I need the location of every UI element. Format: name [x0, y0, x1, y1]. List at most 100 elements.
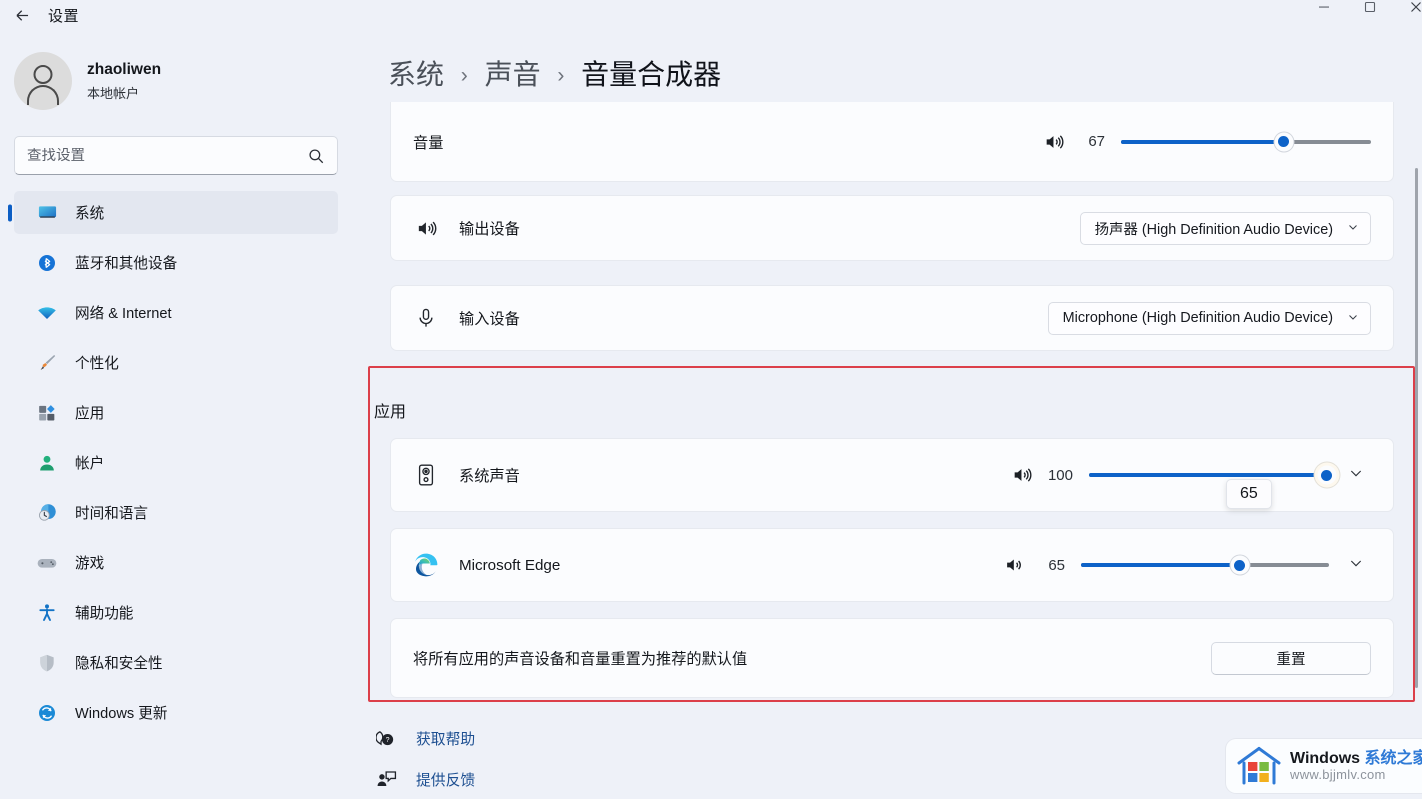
- apps-icon: [36, 402, 58, 424]
- sidebar-item-label: 时间和语言: [75, 506, 148, 522]
- user-profile[interactable]: zhaoliwen 本地帐户: [0, 30, 352, 110]
- breadcrumb-separator: ›: [557, 64, 565, 87]
- get-help-link[interactable]: ? 获取帮助: [374, 728, 475, 749]
- breadcrumb-system[interactable]: 系统: [388, 59, 444, 90]
- sidebar-item-accounts[interactable]: 帐户: [14, 441, 338, 484]
- give-feedback-label: 提供反馈: [416, 773, 476, 789]
- app-name-system-sounds: 系统声音: [459, 468, 520, 485]
- sidebar-nav: 系统 蓝牙和其他设备 网络 & Internet 个性化 应用 帐户 时间和语言…: [0, 191, 352, 734]
- input-device-select[interactable]: Microphone (High Definition Audio Device…: [1047, 301, 1371, 335]
- sidebar-item-time-language[interactable]: 时间和语言: [14, 491, 338, 534]
- system-sounds-slider[interactable]: [1089, 465, 1337, 485]
- reset-card: 将所有应用的声音设备和音量重置为推荐的默认值 重置: [390, 618, 1394, 698]
- profile-name: zhaoliwen: [87, 61, 162, 79]
- scroll-area: 音量 67 输出设备 扬声器 (High Definition Audio De…: [352, 102, 1422, 799]
- master-volume-slider[interactable]: [1121, 132, 1371, 151]
- maximize-button[interactable]: [1330, 0, 1376, 30]
- breadcrumb-sound[interactable]: 声音: [485, 59, 541, 90]
- monitor-icon: [36, 202, 58, 224]
- breadcrumb: 系统 › 声音 › 音量合成器: [388, 53, 721, 93]
- bluetooth-icon: [36, 252, 58, 274]
- sidebar-item-gaming[interactable]: 游戏: [14, 541, 338, 584]
- shield-icon: [36, 652, 58, 674]
- gamepad-icon: [36, 552, 58, 574]
- user-avatar-icon-head: [33, 65, 53, 84]
- minimize-button[interactable]: [1284, 0, 1330, 30]
- watermark-line2: www.bjjmlv.com: [1290, 766, 1386, 782]
- user-avatar-icon-body: [27, 85, 59, 105]
- title-bar: 设置: [0, 0, 1422, 30]
- sidebar-item-privacy-security[interactable]: 隐私和安全性: [14, 641, 338, 684]
- window-title: 设置: [48, 7, 80, 25]
- wifi-icon: [36, 302, 58, 324]
- speaker-wave-icon: [1014, 468, 1032, 482]
- speaker-wave-icon: [413, 217, 439, 240]
- sidebar-item-personalization[interactable]: 个性化: [14, 341, 338, 384]
- edge-slider-group[interactable]: 65: [1002, 554, 1329, 576]
- speaker-wave-icon: [1007, 559, 1021, 571]
- watermark-text: Windows 系统之家 www.bjjmlv.com: [1290, 750, 1422, 782]
- close-button[interactable]: [1376, 0, 1422, 30]
- search-box[interactable]: [14, 136, 338, 175]
- system-sounds-slider-group[interactable]: 100: [1010, 464, 1337, 486]
- speaker-wave-icon: [1046, 134, 1064, 149]
- master-volume-label: 音量: [413, 134, 444, 152]
- input-device-label: 输入设备: [459, 311, 520, 328]
- output-device-label: 输出设备: [459, 221, 520, 238]
- system-speaker-icon: [413, 463, 439, 487]
- back-arrow-icon: [16, 9, 28, 21]
- minimize-icon: [1319, 6, 1329, 8]
- microphone-icon: [413, 307, 439, 329]
- output-device-row: 输出设备 扬声器 (High Definition Audio Device): [391, 196, 1393, 260]
- page-title: 音量合成器: [581, 59, 722, 90]
- clock-globe-icon: [36, 502, 58, 524]
- chevron-down-icon: [1350, 560, 1362, 567]
- sidebar-item-windows-update[interactable]: Windows 更新: [14, 691, 338, 734]
- sidebar-item-label: 隐私和安全性: [75, 656, 163, 672]
- slider-thumb[interactable]: [1274, 132, 1293, 151]
- feedback-icon: [374, 769, 398, 790]
- watermark: Windows 系统之家 www.bjjmlv.com: [1226, 739, 1422, 793]
- expand-edge-button[interactable]: [1341, 555, 1371, 575]
- close-icon: [1411, 2, 1421, 12]
- sidebar-item-network[interactable]: 网络 & Internet: [14, 291, 338, 334]
- avatar: [14, 52, 72, 110]
- slider-thumb[interactable]: [1230, 555, 1250, 575]
- vertical-scrollbar[interactable]: [1415, 108, 1418, 728]
- master-volume-card: 音量 67: [390, 102, 1394, 182]
- sidebar-item-accessibility[interactable]: 辅助功能: [14, 591, 338, 634]
- app-row-card-edge: Microsoft Edge 65: [390, 528, 1394, 602]
- search-icon[interactable]: [307, 147, 325, 165]
- search-input[interactable]: [27, 147, 307, 164]
- output-device-card: 输出设备 扬声器 (High Definition Audio Device): [390, 195, 1394, 261]
- scrollbar-thumb[interactable]: [1415, 168, 1418, 688]
- sidebar-item-apps[interactable]: 应用: [14, 391, 338, 434]
- windows-logo-icon: [1236, 746, 1282, 786]
- edge-volume-value: 65: [1048, 556, 1065, 574]
- sidebar-item-system[interactable]: 系统: [14, 191, 338, 234]
- sidebar-item-label: 游戏: [75, 556, 105, 572]
- edge-volume-slider[interactable]: [1081, 555, 1329, 575]
- output-device-value: 扬声器 (High Definition Audio Device): [1094, 221, 1333, 238]
- slider-thumb[interactable]: [1317, 465, 1337, 485]
- expand-system-sounds-button[interactable]: [1341, 465, 1371, 485]
- slider-tooltip: 65: [1226, 479, 1272, 509]
- reset-row: 将所有应用的声音设备和音量重置为推荐的默认值 重置: [391, 619, 1393, 697]
- master-volume-slider-group[interactable]: 67: [1042, 131, 1371, 153]
- svg-text:?: ?: [385, 737, 389, 744]
- profile-subtitle: 本地帐户: [87, 85, 140, 101]
- account-icon: [36, 452, 58, 474]
- input-device-card: 输入设备 Microphone (High Definition Audio D…: [390, 285, 1394, 351]
- watermark-line1: Windows 系统之家: [1290, 749, 1422, 767]
- reset-button[interactable]: 重置: [1211, 641, 1371, 675]
- give-feedback-link[interactable]: 提供反馈: [374, 769, 475, 790]
- output-device-select[interactable]: 扬声器 (High Definition Audio Device): [1079, 211, 1371, 245]
- help-bubble-icon: ?: [374, 728, 398, 749]
- master-volume-value: 67: [1088, 133, 1105, 150]
- sidebar-item-label: 系统: [75, 206, 105, 222]
- sidebar-item-bluetooth[interactable]: 蓝牙和其他设备: [14, 241, 338, 284]
- chevron-down-icon: [1350, 470, 1362, 477]
- back-button[interactable]: [0, 0, 44, 30]
- accessibility-icon: [36, 602, 58, 624]
- update-icon: [36, 702, 58, 724]
